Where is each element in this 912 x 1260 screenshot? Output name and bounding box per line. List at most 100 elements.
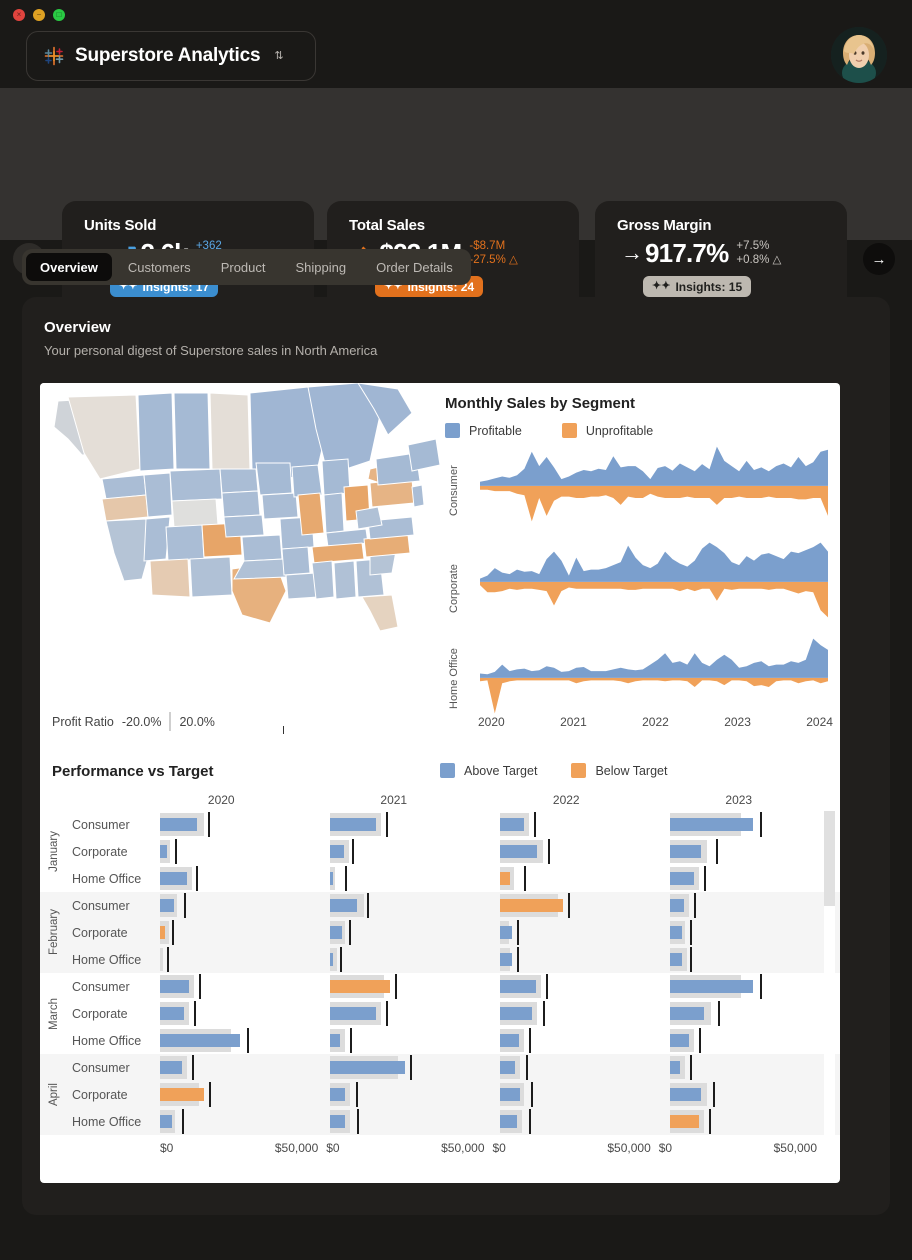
bullet-cell[interactable] xyxy=(160,946,330,973)
map-region[interactable]: Arizona xyxy=(150,559,190,597)
scrollbar-thumb[interactable] xyxy=(824,811,835,906)
bullet-cell[interactable] xyxy=(670,1081,840,1108)
bullet-cell[interactable] xyxy=(500,946,670,973)
bullet-cell[interactable] xyxy=(160,1081,330,1108)
map-region[interactable]: Indiana xyxy=(324,493,344,533)
bullet-cell[interactable] xyxy=(500,838,670,865)
map-region[interactable]: Kansas xyxy=(242,535,282,561)
map-region[interactable]: South Dakota xyxy=(222,491,260,517)
bullet-row[interactable]: Consumer xyxy=(68,811,840,838)
bullet-cell[interactable] xyxy=(670,946,840,973)
map-region[interactable]: Tennessee xyxy=(312,543,364,563)
bullet-cell[interactable] xyxy=(160,811,330,838)
close-window-button[interactable]: × xyxy=(13,9,25,21)
bullet-cell[interactable] xyxy=(670,973,840,1000)
bullet-cell[interactable] xyxy=(670,1000,840,1027)
bullet-cell[interactable] xyxy=(330,946,500,973)
map-region[interactable]: Alberta xyxy=(138,393,174,471)
tab-customers[interactable]: Customers xyxy=(114,253,205,281)
bullet-row[interactable]: Corporate xyxy=(68,1081,840,1108)
bullet-cell[interactable] xyxy=(160,838,330,865)
map-region[interactable]: Alabama xyxy=(334,561,356,599)
map-region[interactable]: Illinois xyxy=(298,493,324,535)
bullet-cell[interactable] xyxy=(330,1027,500,1054)
map-region[interactable]: Saskatchewan xyxy=(174,393,210,469)
bullet-cell[interactable] xyxy=(500,973,670,1000)
bullet-cell[interactable] xyxy=(160,973,330,1000)
bullet-row[interactable]: Corporate xyxy=(68,838,840,865)
bullet-row[interactable]: Consumer xyxy=(68,973,840,1000)
bullet-row[interactable]: Consumer xyxy=(68,892,840,919)
map-region[interactable]: Nebraska xyxy=(224,515,264,537)
bullet-row[interactable]: Home Office xyxy=(68,1108,840,1135)
legend-item-below-target[interactable]: Below Target xyxy=(571,763,667,778)
map-region[interactable]: New Jersey xyxy=(412,485,424,507)
bullet-cell[interactable] xyxy=(500,1081,670,1108)
bullet-cell[interactable] xyxy=(330,1054,500,1081)
bullet-cell[interactable] xyxy=(670,1027,840,1054)
bullet-cell[interactable] xyxy=(160,1000,330,1027)
insights-badge[interactable]: ✦✦ Insights: 15 xyxy=(643,276,751,297)
bullet-cell[interactable] xyxy=(330,865,500,892)
maximize-window-button[interactable]: □ xyxy=(53,9,65,21)
map-region[interactable]: Utah xyxy=(166,525,204,561)
bullet-cell[interactable] xyxy=(500,1027,670,1054)
map-region[interactable]: Oregon xyxy=(102,495,148,521)
bullet-cell[interactable] xyxy=(330,919,500,946)
app-switcher[interactable]: Superstore Analytics ⇅ xyxy=(26,31,316,81)
map-region[interactable]: Wyoming xyxy=(172,499,218,527)
bullet-cell[interactable] xyxy=(160,865,330,892)
bullet-cell[interactable] xyxy=(330,811,500,838)
legend-item-unprofitable[interactable]: Unprofitable xyxy=(562,423,653,438)
map-region[interactable]: Nevada xyxy=(144,517,170,561)
bullet-cell[interactable] xyxy=(330,973,500,1000)
bullet-cell[interactable] xyxy=(500,1000,670,1027)
bullet-cell[interactable] xyxy=(500,892,670,919)
bullet-cell[interactable] xyxy=(670,811,840,838)
map-region[interactable]: New England xyxy=(408,439,440,471)
bullet-cell[interactable] xyxy=(670,1054,840,1081)
next-kpi-button[interactable]: → xyxy=(863,243,895,275)
map-region[interactable]: Arkansas xyxy=(282,547,310,575)
performance-vs-target-chart[interactable]: Performance vs Target Above Target Below… xyxy=(40,763,840,1183)
vertical-scrollbar[interactable] xyxy=(824,811,835,1136)
bullet-cell[interactable] xyxy=(670,892,840,919)
map-region[interactable]: New Mexico xyxy=(190,557,232,597)
profit-ratio-map[interactable]: AlaskaBritish ColumbiaAlbertaSaskatchewa… xyxy=(40,383,440,743)
bullet-row[interactable]: Home Office xyxy=(68,946,840,973)
user-avatar[interactable] xyxy=(831,27,887,83)
bullet-cell[interactable] xyxy=(500,811,670,838)
bullet-cell[interactable] xyxy=(670,1108,840,1135)
map-region[interactable]: North Dakota xyxy=(220,469,258,493)
map-region[interactable]: Iowa xyxy=(262,493,298,519)
bullet-row[interactable]: Home Office xyxy=(68,1027,840,1054)
legend-item-profitable[interactable]: Profitable xyxy=(445,423,522,438)
tab-shipping[interactable]: Shipping xyxy=(282,253,361,281)
bullet-row[interactable]: Consumer xyxy=(68,1054,840,1081)
bullet-cell[interactable] xyxy=(160,1108,330,1135)
bullet-cell[interactable] xyxy=(160,919,330,946)
bullet-row[interactable]: Home Office xyxy=(68,865,840,892)
tab-product[interactable]: Product xyxy=(207,253,280,281)
bullet-cell[interactable] xyxy=(670,838,840,865)
bullet-cell[interactable] xyxy=(500,919,670,946)
bullet-cell[interactable] xyxy=(670,919,840,946)
bullet-cell[interactable] xyxy=(500,865,670,892)
bullet-cell[interactable] xyxy=(330,1108,500,1135)
bullet-cell[interactable] xyxy=(160,892,330,919)
map-region[interactable]: Wisconsin xyxy=(292,465,322,497)
bullet-cell[interactable] xyxy=(670,865,840,892)
bullet-row[interactable]: Corporate xyxy=(68,919,840,946)
bullet-cell[interactable] xyxy=(160,1027,330,1054)
map-region[interactable]: West Virginia xyxy=(356,507,382,529)
map-region[interactable]: Idaho xyxy=(144,473,172,517)
bullet-cell[interactable] xyxy=(160,1054,330,1081)
map-region[interactable]: Montana xyxy=(170,469,222,501)
tab-overview[interactable]: Overview xyxy=(26,253,112,281)
monthly-sales-by-segment-chart[interactable]: Monthly Sales by Segment Profitable Unpr… xyxy=(440,383,840,743)
bullet-cell[interactable] xyxy=(330,1000,500,1027)
bullet-cell[interactable] xyxy=(330,1081,500,1108)
tab-order-details[interactable]: Order Details xyxy=(362,253,467,281)
map-region[interactable]: Manitoba xyxy=(210,393,250,471)
bullet-cell[interactable] xyxy=(330,892,500,919)
